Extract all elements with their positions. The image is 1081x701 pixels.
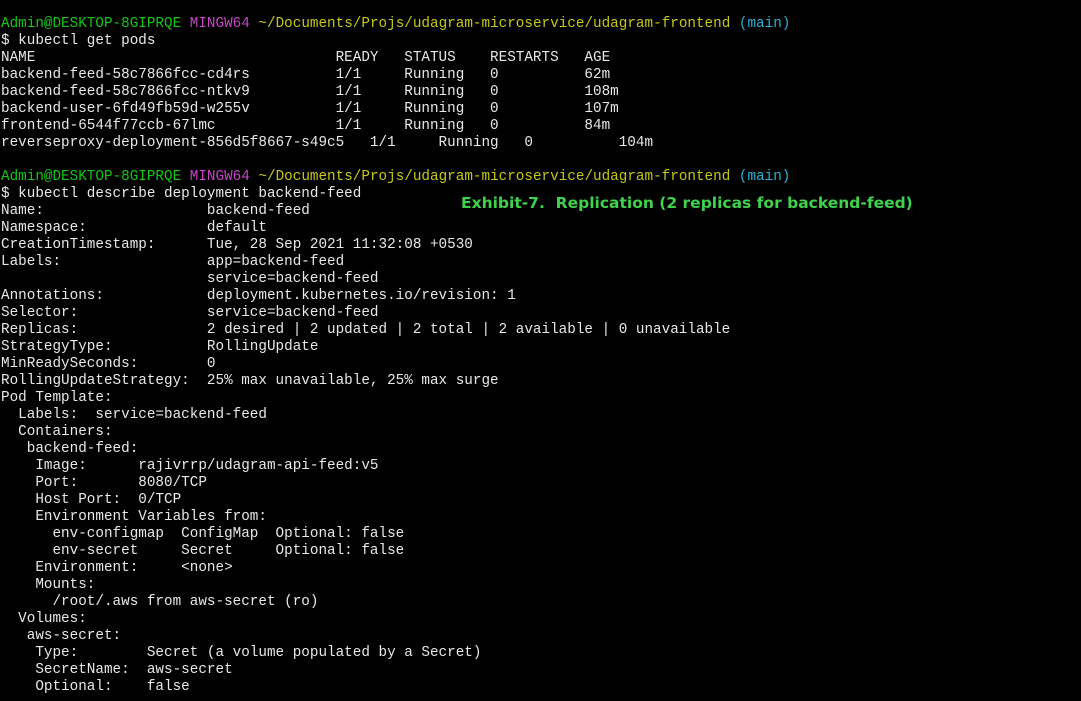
prompt-shell: MINGW64 bbox=[189, 16, 250, 32]
table-row: frontend-6544f77ccb-67lmc 1/1 Running 0 … bbox=[1, 118, 611, 134]
output-line: aws-secret: bbox=[1, 628, 122, 644]
output-line: Port: 8080/TCP bbox=[1, 475, 207, 491]
output-line: Host Port: 0/TCP bbox=[1, 492, 182, 508]
output-line: Containers: bbox=[1, 424, 113, 440]
output-line: Pod Template: bbox=[1, 390, 113, 406]
output-line: MinReadySeconds: 0 bbox=[1, 356, 216, 372]
output-line: env-secret Secret Optional: false bbox=[1, 543, 405, 559]
table-row: backend-feed-58c7866fcc-cd4rs 1/1 Runnin… bbox=[1, 67, 611, 83]
output-line: CreationTimestamp: Tue, 28 Sep 2021 11:3… bbox=[1, 237, 473, 253]
output-line: Environment: <none> bbox=[1, 560, 233, 576]
prompt-path: ~/Documents/Projs/udagram-microservice/u… bbox=[258, 16, 731, 32]
exhibit-caption: Exhibit-7. Replication (2 replicas for b… bbox=[461, 194, 913, 212]
output-line: Environment Variables from: bbox=[1, 509, 267, 525]
output-line: Name: backend-feed bbox=[1, 203, 310, 219]
output-line: Labels: app=backend-feed bbox=[1, 254, 345, 270]
prompt-branch: (main) bbox=[738, 169, 791, 185]
output-line: Image: rajivrrp/udagram-api-feed:v5 bbox=[1, 458, 379, 474]
prompt-line: Admin@DESKTOP-8GIPRQE MINGW64 ~/Document… bbox=[1, 16, 790, 33]
output-line: StrategyType: RollingUpdate bbox=[1, 339, 319, 355]
prompt-user-host: Admin@DESKTOP-8GIPRQE bbox=[1, 16, 182, 32]
output-line: Type: Secret (a volume populated by a Se… bbox=[1, 645, 482, 661]
output-line: Volumes: bbox=[1, 611, 87, 627]
output-line: Selector: service=backend-feed bbox=[1, 305, 379, 321]
output-line: Labels: service=backend-feed bbox=[1, 407, 267, 423]
output-line: Replicas: 2 desired | 2 updated | 2 tota… bbox=[1, 322, 731, 338]
output-line: Annotations: deployment.kubernetes.io/re… bbox=[1, 288, 516, 304]
table-row: backend-feed-58c7866fcc-ntkv9 1/1 Runnin… bbox=[1, 84, 619, 100]
prompt-path: ~/Documents/Projs/udagram-microservice/u… bbox=[258, 169, 731, 185]
output-line: /root/.aws from aws-secret (ro) bbox=[1, 594, 319, 610]
output-line: Mounts: bbox=[1, 577, 96, 593]
terminal-window[interactable]: Admin@DESKTOP-8GIPRQE MINGW64 ~/Document… bbox=[0, 0, 1081, 701]
output-line: Optional: false bbox=[1, 679, 190, 695]
prompt-user-host: Admin@DESKTOP-8GIPRQE bbox=[1, 169, 182, 185]
table-row: reverseproxy-deployment-856d5f8667-s49c5… bbox=[1, 135, 654, 151]
prompt-line: Admin@DESKTOP-8GIPRQE MINGW64 ~/Document… bbox=[1, 169, 790, 186]
table-header: NAME READY STATUS RESTARTS AGE bbox=[1, 50, 611, 66]
output-line: service=backend-feed bbox=[1, 271, 379, 287]
output-line: RollingUpdateStrategy: 25% max unavailab… bbox=[1, 373, 499, 389]
output-line: env-configmap ConfigMap Optional: false bbox=[1, 526, 405, 542]
command-line: $ kubectl describe deployment backend-fe… bbox=[1, 186, 362, 202]
output-line: Namespace: default bbox=[1, 220, 267, 236]
output-line: backend-feed: bbox=[1, 441, 139, 457]
prompt-branch: (main) bbox=[738, 16, 791, 32]
table-row: backend-user-6fd49fb59d-w255v 1/1 Runnin… bbox=[1, 101, 619, 117]
output-line: SecretName: aws-secret bbox=[1, 662, 233, 678]
command-line: $ kubectl get pods bbox=[1, 33, 156, 49]
prompt-shell: MINGW64 bbox=[189, 169, 250, 185]
